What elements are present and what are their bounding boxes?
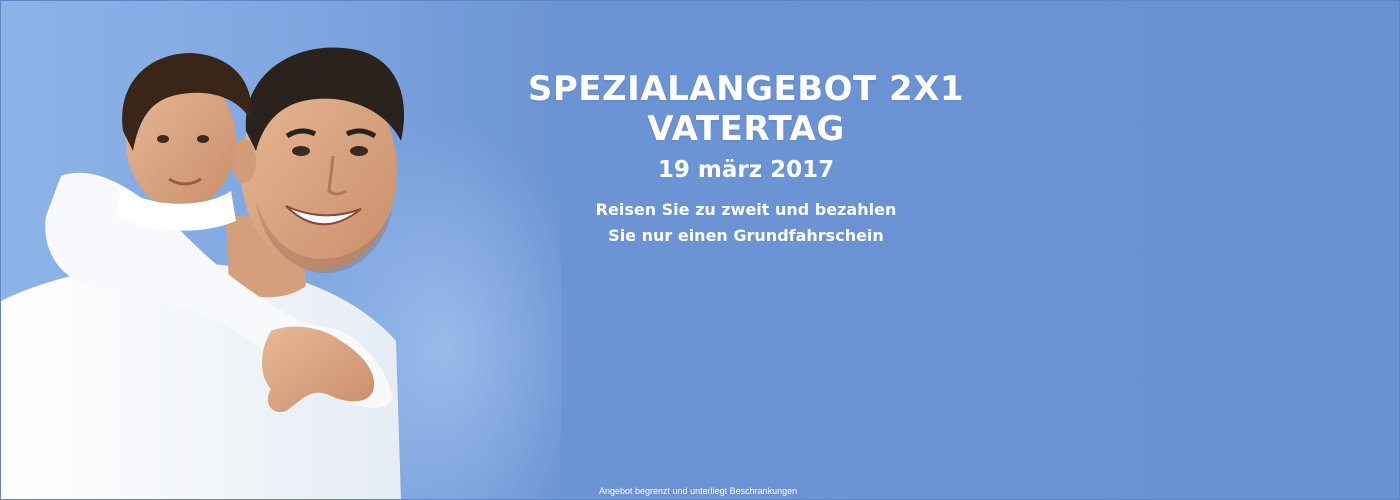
offer-date: 19 märz 2017 — [657, 157, 835, 183]
occasion-title: VATERTAG — [647, 109, 845, 149]
headline-block: SPEZIALANGEBOT 2X1 VATERTAG 19 märz 2017… — [401, 69, 1091, 249]
offer-subtitle-line-2: Sie nur einen Grundfahrschein — [608, 226, 884, 245]
promo-banner[interactable]: SPEZIALANGEBOT 2X1 VATERTAG 19 märz 2017… — [0, 0, 1400, 500]
offer-title: SPEZIALANGEBOT 2X1 — [527, 69, 965, 109]
offer-subtitle-line-1: Reisen Sie zu zweit und bezahlen — [595, 200, 897, 219]
disclaimer-text: Angebot begrenzt und unterliegt Beschran… — [599, 486, 798, 496]
